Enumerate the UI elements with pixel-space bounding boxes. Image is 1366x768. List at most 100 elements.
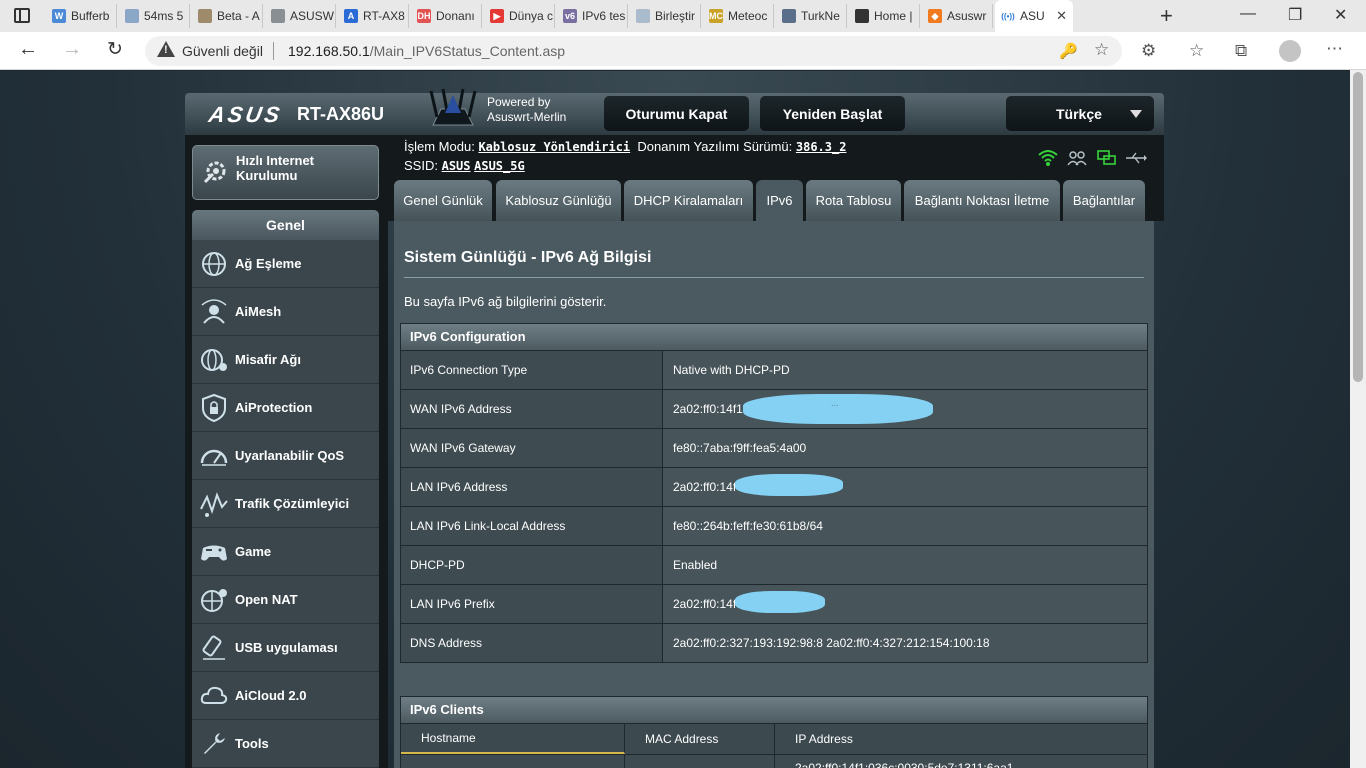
- favorite-add-icon[interactable]: ☆: [1094, 40, 1109, 60]
- row-value-text: fe80::7aba:f9ff:fea5:4a00: [673, 441, 807, 455]
- extensions-icon[interactable]: ⚙: [1141, 41, 1156, 61]
- url-text[interactable]: 192.168.50.1/Main_IPV6Status_Content.asp: [288, 43, 565, 59]
- ipv6-clients-table: IPv6 Clients Hostname MAC Address IP Add…: [400, 696, 1148, 768]
- browser-tab[interactable]: A RT-AX8: [338, 4, 409, 28]
- tab-favicon-icon: W: [52, 9, 66, 23]
- tab-ipv6[interactable]: IPv6: [756, 180, 803, 221]
- tab-genel-g-nl-k[interactable]: Genel Günlük: [394, 180, 492, 221]
- tab-actions-icon[interactable]: [14, 8, 30, 23]
- new-tab-button[interactable]: +: [1160, 3, 1173, 29]
- row-value-text: 2a02:ff0:2:327:193:192:98:8 2a02:ff0:4:3…: [673, 636, 990, 650]
- column-ip-address[interactable]: IP Address: [775, 724, 1147, 754]
- tab-kablosuz-g-nl-[interactable]: Kablosuz Günlüğü: [496, 180, 621, 221]
- browser-tab[interactable]: Home |: [849, 4, 920, 28]
- browser-tab[interactable]: ((•)) ASU ✕: [995, 0, 1073, 32]
- sidebar-item-label: Game: [235, 544, 272, 559]
- row-value-text: 2a02:ff0:14f: [673, 480, 737, 494]
- config-rows: IPv6 Connection Type Native with DHCP-PD W…: [401, 350, 1147, 662]
- table-row: LAN IPv6 Link-Local Address fe80::264b:fe…: [401, 506, 1147, 545]
- sidebar-item-misafir-a-[interactable]: Misafir Ağı: [192, 336, 379, 384]
- redaction-mark: ...: [743, 394, 933, 424]
- profile-avatar[interactable]: [1279, 40, 1301, 62]
- column-mac-address[interactable]: MAC Address: [625, 724, 775, 754]
- sidebar-item-label: Trafik Çözümleyici: [235, 496, 350, 511]
- security-label[interactable]: Güvenli değil: [182, 43, 263, 59]
- browser-tab[interactable]: TurkNe: [776, 4, 847, 28]
- column-hostname[interactable]: Hostname: [401, 724, 625, 754]
- ssid-label: SSID:: [404, 158, 438, 173]
- browser-tab[interactable]: ASUSW: [265, 4, 336, 28]
- sidebar-item-aimesh[interactable]: AiMesh: [192, 288, 379, 336]
- sidebar-item-label: Ağ Eşleme: [235, 256, 302, 271]
- wifi-status-icon[interactable]: [1038, 149, 1058, 167]
- redaction-mark: [735, 591, 825, 613]
- close-tab-icon[interactable]: ✕: [1056, 8, 1067, 24]
- back-arrow-icon[interactable]: ←: [18, 38, 38, 61]
- op-mode-link[interactable]: Kablosuz Yönlendirici: [478, 140, 630, 154]
- tab-title: Dünya c: [509, 9, 554, 23]
- quick-setup-icon: [203, 161, 226, 184]
- tab-label: Kablosuz Günlüğü: [505, 193, 612, 208]
- browser-tab[interactable]: ▶ Dünya c: [484, 4, 555, 28]
- sidebar-item-tools[interactable]: Tools: [192, 720, 379, 768]
- reload-icon[interactable]: ↻: [107, 38, 123, 61]
- sidebar-item-aicloud-2-0[interactable]: AiCloud 2.0: [192, 672, 379, 720]
- sidebar-item-label: Misafir Ağı: [235, 352, 301, 367]
- tab-dhcp-kiralamalar-[interactable]: DHCP Kiralamaları: [624, 180, 753, 221]
- key-icon[interactable]: 🔑: [1059, 42, 1078, 60]
- tab-title: RT-AX8: [363, 9, 405, 23]
- open-nat-icon: [201, 588, 227, 612]
- sidebar-item-usb-uygulamas-[interactable]: USB uygulaması: [192, 624, 379, 672]
- internet-status-icon[interactable]: [1097, 149, 1117, 167]
- firmware-link[interactable]: 386.3_2: [796, 140, 847, 154]
- tab-favicon-icon: [636, 9, 650, 23]
- tab-favicon-icon: ▶: [490, 9, 504, 23]
- sidebar-item-aiprotection[interactable]: AiProtection: [192, 384, 379, 432]
- general-menu: Genel Ağ Eşleme AiMesh Misafir Ağı AiProtec…: [192, 210, 379, 768]
- usb-status-icon[interactable]: [1125, 149, 1147, 167]
- sidebar-item-game[interactable]: Game: [192, 528, 379, 576]
- browser-tab[interactable]: 54ms 5: [119, 4, 190, 28]
- ssid-2g-link[interactable]: ASUS: [442, 159, 471, 173]
- browser-tab[interactable]: MC Meteoc: [703, 4, 774, 28]
- collections-icon[interactable]: ⧉: [1235, 41, 1247, 61]
- minimize-button[interactable]: —: [1240, 5, 1256, 23]
- tab-label: Bağlantı Noktası İletme: [914, 193, 1050, 208]
- favorites-icon[interactable]: ☆: [1189, 41, 1204, 61]
- warning-triangle-icon[interactable]: [157, 41, 175, 57]
- sidebar-item-open-nat[interactable]: Open NAT: [192, 576, 379, 624]
- browser-tab[interactable]: Beta - A: [192, 4, 263, 28]
- tab-label: Rota Tablosu: [815, 193, 892, 208]
- scrollbar-thumb[interactable]: [1353, 72, 1363, 382]
- sidebar-item-trafik-z-mleyici[interactable]: Trafik Çözümleyici: [192, 480, 379, 528]
- logout-button[interactable]: Oturumu Kapat: [604, 96, 749, 131]
- clients-status-icon[interactable]: [1067, 149, 1087, 167]
- browser-tab[interactable]: v6 IPv6 tes: [557, 4, 628, 28]
- browser-tab[interactable]: ◆ Asuswr: [922, 4, 993, 28]
- more-menu-icon[interactable]: ⋯: [1326, 39, 1343, 59]
- redaction-note: ...: [831, 398, 839, 408]
- browser-tab[interactable]: Birleştir: [630, 4, 701, 28]
- row-label: DNS Address: [401, 624, 663, 662]
- quick-setup-button[interactable]: Hızlı Internet Kurulumu: [192, 145, 379, 200]
- reboot-button[interactable]: Yeniden Başlat: [760, 96, 905, 131]
- status-bar: İşlem Modu: Kablosuz Yönlendirici Donanı…: [388, 135, 1164, 185]
- forward-arrow-icon[interactable]: →: [62, 38, 82, 61]
- ssid-5g-link[interactable]: ASUS_5G: [474, 159, 525, 173]
- asus-logo[interactable]: ASUS: [207, 102, 285, 128]
- page-scrollbar[interactable]: [1350, 70, 1366, 768]
- tab-ba-lant-noktas-i-letme[interactable]: Bağlantı Noktası İletme: [904, 180, 1060, 221]
- browser-tab[interactable]: W Bufferb: [46, 4, 117, 28]
- tab-ba-lant-lar[interactable]: Bağlantılar: [1063, 180, 1145, 221]
- firmware-label: Donanım Yazılımı Sürümü:: [637, 139, 793, 154]
- language-select[interactable]: Türkçe: [1006, 96, 1154, 131]
- maximize-button[interactable]: ❐: [1288, 5, 1302, 25]
- row-label: WAN IPv6 Gateway: [401, 429, 663, 467]
- sidebar-item-uyarlanabilir-qos[interactable]: Uyarlanabilir QoS: [192, 432, 379, 480]
- sidebar-item-label: AiProtection: [235, 400, 313, 415]
- tab-rota-tablosu[interactable]: Rota Tablosu: [806, 180, 901, 221]
- sidebar-item-a-e-leme[interactable]: Ağ Eşleme: [192, 240, 379, 288]
- close-window-button[interactable]: ✕: [1334, 5, 1347, 25]
- browser-tab[interactable]: DH Donanı: [411, 4, 482, 28]
- address-bar[interactable]: Güvenli değil 192.168.50.1/Main_IPV6Stat…: [145, 36, 1122, 66]
